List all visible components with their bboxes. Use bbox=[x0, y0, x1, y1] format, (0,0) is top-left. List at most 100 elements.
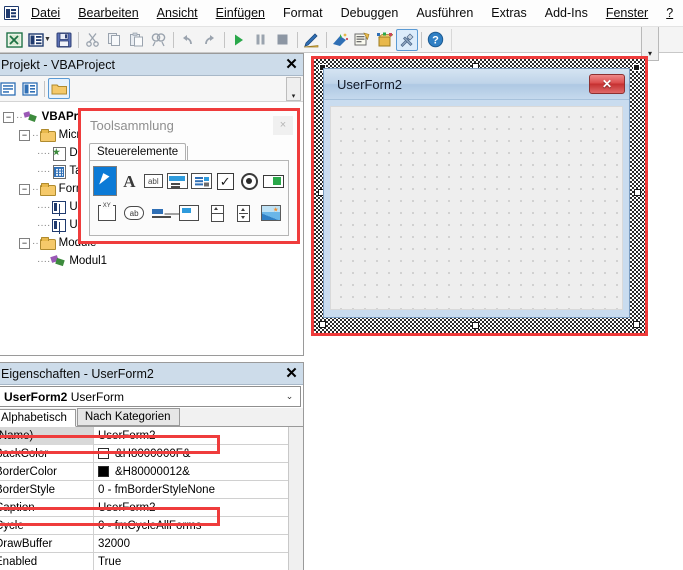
resize-handle-top-right[interactable] bbox=[633, 64, 640, 71]
textbox-tool[interactable]: abl bbox=[141, 166, 165, 196]
undo-icon[interactable] bbox=[177, 29, 199, 51]
properties-window-icon[interactable] bbox=[352, 29, 374, 51]
image-tool[interactable] bbox=[258, 198, 285, 228]
resize-handle-bottom-right[interactable] bbox=[633, 321, 640, 328]
checkbox-icon: ✓ bbox=[216, 172, 234, 190]
scrollbar-icon bbox=[210, 204, 224, 222]
project-toolbar-scroll-button[interactable]: ▾ bbox=[286, 77, 301, 101]
properties-close-button[interactable]: ✕ bbox=[282, 364, 301, 383]
insert-userform-icon[interactable] bbox=[25, 29, 47, 51]
property-row-name[interactable]: (Name) UserForm2 bbox=[0, 426, 303, 445]
resize-handle-bottom-center[interactable] bbox=[472, 322, 479, 329]
tab-alphabetisch[interactable]: Alphabetisch bbox=[0, 409, 76, 427]
menu-item-addins[interactable]: Add-Ins bbox=[536, 4, 597, 22]
chevron-down-icon[interactable]: ⌄ bbox=[281, 391, 298, 402]
properties-scrollbar[interactable] bbox=[288, 427, 303, 570]
tree-connector: ···· bbox=[37, 201, 51, 213]
property-value-wrapper[interactable]: &H80000012& bbox=[94, 463, 303, 481]
menu-item-hilfe[interactable]: ? bbox=[657, 4, 682, 22]
menu-item-debuggen[interactable]: Debuggen bbox=[332, 4, 408, 22]
resize-handle-middle-right[interactable] bbox=[634, 189, 641, 196]
property-row-caption[interactable]: Caption UserForm2 bbox=[0, 498, 303, 517]
property-row-enabled[interactable]: Enabled True bbox=[0, 552, 303, 570]
tree-expander[interactable]: − bbox=[19, 237, 30, 249]
cut-icon[interactable] bbox=[82, 29, 104, 51]
toolbox-controls-area: A abl ✓ ab bbox=[89, 160, 289, 236]
redo-icon[interactable] bbox=[199, 29, 221, 51]
scrollbar-tool[interactable] bbox=[203, 198, 230, 228]
paste-icon[interactable] bbox=[126, 29, 148, 51]
userform-caption: UserForm2 bbox=[337, 76, 403, 92]
property-row-borderstyle[interactable]: BorderStyle 0 - fmBorderStyleNone bbox=[0, 480, 303, 499]
tree-expander[interactable]: − bbox=[19, 183, 30, 195]
spinbutton-tool[interactable] bbox=[230, 198, 257, 228]
copy-icon[interactable] bbox=[104, 29, 126, 51]
view-object-icon[interactable] bbox=[19, 78, 41, 99]
design-mode-icon[interactable] bbox=[301, 29, 323, 51]
property-value-wrapper[interactable]: &H8000000F& bbox=[94, 445, 303, 463]
checkbox-tool[interactable]: ✓ bbox=[213, 166, 237, 196]
property-row-backcolor[interactable]: BackColor &H8000000F& bbox=[0, 444, 303, 463]
combobox-tool[interactable] bbox=[165, 166, 189, 196]
toolbox-close-button[interactable]: × bbox=[273, 115, 293, 135]
multipage-tool[interactable] bbox=[175, 198, 202, 228]
listbox-tool[interactable] bbox=[189, 166, 213, 196]
tabstrip-tool[interactable] bbox=[148, 198, 175, 228]
menu-label-hilfe: ? bbox=[666, 6, 674, 20]
tree-item-label: Modul1 bbox=[69, 255, 108, 267]
tab-nach-kategorien[interactable]: Nach Kategorien bbox=[76, 408, 180, 426]
menu-item-ansicht[interactable]: Ansicht bbox=[148, 4, 207, 22]
optionbutton-tool[interactable] bbox=[237, 166, 261, 196]
save-icon[interactable] bbox=[53, 29, 75, 51]
toolbar-separator bbox=[77, 31, 79, 48]
select-objects-tool[interactable] bbox=[93, 166, 118, 196]
toolbox-titlebar: Toolsammlung × bbox=[81, 111, 297, 139]
menu-item-format[interactable]: Format bbox=[274, 4, 332, 22]
stop-icon[interactable] bbox=[272, 29, 294, 51]
tree-expander[interactable]: − bbox=[19, 129, 30, 141]
find-icon[interactable] bbox=[148, 29, 170, 51]
property-value[interactable]: True bbox=[94, 553, 303, 570]
toggle-folders-icon[interactable] bbox=[48, 78, 70, 99]
togglebutton-tool[interactable] bbox=[261, 166, 285, 196]
frame-tool[interactable] bbox=[93, 198, 120, 228]
project-explorer-close-button[interactable]: ✕ bbox=[282, 55, 301, 74]
view-excel-icon[interactable] bbox=[3, 29, 25, 51]
userform-icon bbox=[50, 200, 67, 214]
property-value[interactable]: UserForm2 bbox=[94, 499, 303, 517]
help-icon[interactable]: ? bbox=[425, 29, 447, 51]
property-value[interactable]: 0 - fmBorderStyleNone bbox=[94, 481, 303, 499]
resize-handle-bottom-left[interactable] bbox=[319, 321, 326, 328]
menu-item-datei[interactable]: Datei bbox=[22, 4, 69, 22]
userform-canvas[interactable] bbox=[330, 106, 623, 310]
property-row-bordercolor[interactable]: BorderColor &H80000012& bbox=[0, 462, 303, 481]
commandbutton-tool[interactable]: ab bbox=[120, 198, 147, 228]
tab-steuerelemente[interactable]: Steuerelemente bbox=[89, 143, 187, 160]
tree-expander[interactable]: − bbox=[3, 111, 14, 123]
menu-item-extras[interactable]: Extras bbox=[482, 4, 535, 22]
menu-item-ausfuehren[interactable]: Ausführen bbox=[407, 4, 482, 22]
userform-close-button[interactable]: ✕ bbox=[589, 74, 625, 94]
view-code-icon[interactable] bbox=[0, 78, 19, 99]
menu-item-fenster[interactable]: Fenster bbox=[597, 4, 657, 22]
pause-icon[interactable] bbox=[250, 29, 272, 51]
label-tool[interactable]: A bbox=[117, 166, 141, 196]
property-value: &H8000000F& bbox=[115, 447, 191, 460]
property-row-cycle[interactable]: Cycle 0 - fmCycleAllForms bbox=[0, 516, 303, 535]
properties-title: Eigenschaften - UserForm2 bbox=[1, 366, 154, 381]
menu-item-bearbeiten[interactable]: Bearbeiten bbox=[69, 4, 147, 22]
properties-panel: Eigenschaften - UserForm2 ✕ UserForm2 Us… bbox=[0, 362, 304, 570]
property-value[interactable]: 0 - fmCycleAllForms bbox=[94, 517, 303, 535]
menu-item-einfuegen[interactable]: Einfügen bbox=[207, 4, 274, 22]
run-icon[interactable] bbox=[228, 29, 250, 51]
project-explorer-icon[interactable] bbox=[330, 29, 352, 51]
menu-label-debuggen: Debuggen bbox=[340, 6, 399, 20]
property-value[interactable]: UserForm2 bbox=[94, 427, 303, 445]
property-value[interactable]: 32000 bbox=[94, 535, 303, 553]
property-row-drawbuffer[interactable]: DrawBuffer 32000 bbox=[0, 534, 303, 553]
properties-titlebar: Eigenschaften - UserForm2 ✕ bbox=[0, 363, 303, 385]
toolbox-icon[interactable] bbox=[395, 28, 418, 51]
object-browser-icon[interactable] bbox=[374, 29, 396, 51]
properties-object-selector[interactable]: UserForm2 UserForm ⌄ bbox=[0, 386, 301, 407]
tree-item-modul1[interactable]: ···· Modul1 bbox=[0, 252, 303, 270]
